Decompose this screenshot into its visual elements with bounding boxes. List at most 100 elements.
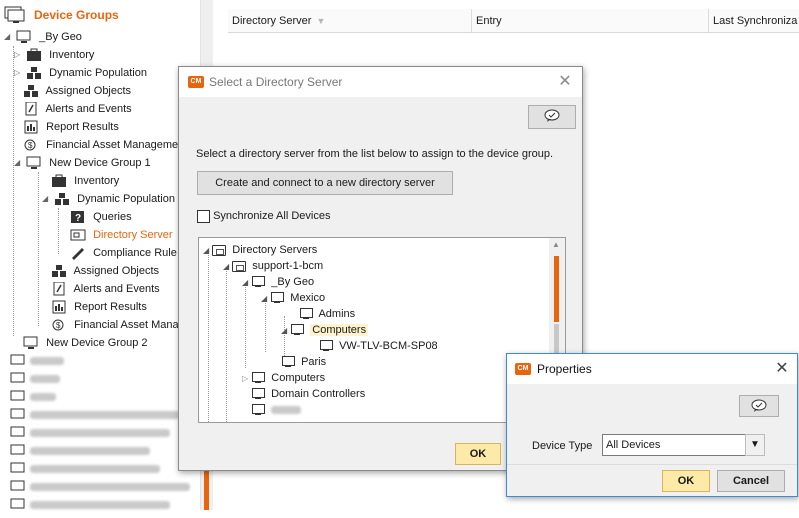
- tree-item-report-results-2[interactable]: Report Results: [51, 298, 147, 316]
- redacted-row[interactable]: [10, 478, 190, 496]
- tree-item-label: Dynamic Population: [77, 193, 175, 205]
- monitor-icon: [10, 426, 26, 440]
- briefcase-icon: [26, 48, 42, 62]
- tree-item-alerts-and-events[interactable]: Alerts and Events: [23, 100, 132, 118]
- financial-asset-icon: $: [23, 138, 39, 152]
- sync-all-checkbox[interactable]: [197, 209, 210, 223]
- close-icon[interactable]: ✕: [556, 73, 574, 91]
- tree-node-vw-tlv-bcm-sp08[interactable]: VW-TLV-BCM-SP08: [319, 338, 438, 354]
- expand-arrow-icon[interactable]: ▷: [242, 374, 248, 383]
- redacted-row[interactable]: [10, 496, 170, 514]
- tree-item-label: Compliance Rule: [93, 247, 177, 259]
- tree-item-assigned-objects-2[interactable]: Assigned Objects: [51, 262, 159, 280]
- ok-button[interactable]: OK: [662, 470, 710, 492]
- redacted-row[interactable]: [10, 352, 64, 370]
- chevron-down-icon[interactable]: ▼: [745, 434, 765, 456]
- monitor-icon: [251, 404, 265, 416]
- alert-document-icon: [51, 281, 67, 296]
- tree-item-assigned-objects[interactable]: Assigned Objects: [23, 82, 131, 100]
- tree-item-dynamic-population[interactable]: ▷ Dynamic Population: [14, 64, 147, 82]
- redacted-label: [30, 483, 190, 492]
- tree-item-label: Alerts and Events: [73, 283, 160, 295]
- speech-bubble-check-icon: [751, 399, 767, 413]
- comment-button[interactable]: [528, 105, 576, 129]
- tree-node-label: Paris: [301, 356, 327, 368]
- tree-node-domain-controllers[interactable]: Domain Controllers: [251, 386, 365, 402]
- monitor-icon: [270, 292, 285, 304]
- tree-node-by-geo[interactable]: ◢ _By Geo: [242, 274, 314, 290]
- sync-all-label: Synchronize All Devices: [213, 210, 331, 223]
- tree-node-admins[interactable]: Admins: [299, 306, 355, 322]
- tree-item-inventory-2[interactable]: Inventory: [51, 172, 119, 190]
- collapse-arrow-icon[interactable]: ◢: [242, 278, 248, 287]
- tree-item-label: Financial Asset Manag: [74, 319, 185, 331]
- expand-arrow-icon[interactable]: ▷: [14, 46, 23, 64]
- dialog-titlebar: CM Select a Directory Server ✕: [179, 67, 582, 97]
- redacted-label: [30, 411, 180, 420]
- cubes-icon: [23, 84, 39, 98]
- svg-text:?: ?: [75, 213, 81, 224]
- tree-node-computers[interactable]: ▷ Computers: [242, 370, 325, 386]
- report-icon: [51, 300, 67, 314]
- sync-all-checkbox-row[interactable]: Synchronize All Devices: [197, 209, 330, 223]
- collapse-arrow-icon[interactable]: ◢: [281, 326, 287, 335]
- cancel-button[interactable]: Cancel: [717, 470, 785, 492]
- create-directory-server-button[interactable]: Create and connect to a new directory se…: [197, 171, 453, 195]
- collapse-arrow-icon[interactable]: ◢: [203, 246, 209, 255]
- device-type-label: Device Type: [532, 440, 593, 452]
- instruction-text: Select a directory server from the list …: [196, 148, 554, 160]
- tree-item-new-device-group-1[interactable]: ◢ New Device Group 1: [14, 154, 151, 172]
- monitor-icon: [10, 390, 26, 404]
- monitor-icon: [299, 308, 313, 320]
- redacted-row[interactable]: [10, 424, 170, 442]
- redacted-row[interactable]: [10, 388, 56, 406]
- tree-node-directory-servers[interactable]: ◢ Directory Servers: [203, 242, 317, 258]
- column-directory-server[interactable]: Directory Server ▼: [228, 9, 472, 33]
- tree-node-support-1-bcm[interactable]: ◢ support-1-bcm: [223, 258, 323, 274]
- tree-item-compliance-rule[interactable]: Compliance Rule: [70, 244, 177, 262]
- tree-item-inventory[interactable]: ▷ Inventory: [14, 46, 94, 64]
- panel-title: Device Groups: [34, 8, 119, 22]
- redacted-row[interactable]: [10, 442, 150, 460]
- monitor-icon: [319, 340, 333, 352]
- svg-text:$: $: [28, 141, 33, 150]
- expand-arrow-icon[interactable]: ▷: [14, 64, 23, 82]
- scroll-up-arrow-icon[interactable]: ▲: [552, 240, 560, 249]
- ok-button[interactable]: OK: [455, 443, 501, 465]
- tree-item-alerts-and-events-2[interactable]: Alerts and Events: [51, 280, 160, 298]
- tree-item-new-device-group-2[interactable]: New Device Group 2: [23, 334, 148, 352]
- tree-item-by-geo[interactable]: ◢ _By Geo: [4, 28, 82, 46]
- tree-node-redacted[interactable]: [251, 402, 302, 418]
- redacted-label: [30, 375, 60, 384]
- device-type-select[interactable]: All Devices: [602, 434, 746, 456]
- monitor-icon: [10, 462, 26, 476]
- redacted-row[interactable]: [10, 406, 180, 424]
- tree-item-financial-asset[interactable]: $ Financial Asset Manageme: [23, 136, 178, 154]
- grid-header: Directory Server ▼ Entry Last Synchroniz…: [228, 9, 799, 33]
- tree-node-computers-mexico[interactable]: ◢ Computers: [281, 322, 369, 338]
- close-icon[interactable]: ✕: [773, 360, 791, 378]
- column-entry[interactable]: Entry: [472, 9, 709, 33]
- collapse-arrow-icon[interactable]: ◢: [4, 28, 13, 46]
- column-last-sync[interactable]: Last Synchroniza: [709, 9, 799, 33]
- tree-node-paris[interactable]: Paris: [281, 354, 326, 370]
- comment-button[interactable]: [739, 395, 779, 417]
- collapse-arrow-icon[interactable]: ◢: [223, 262, 229, 271]
- monitor-icon: [10, 354, 26, 368]
- collapse-arrow-icon[interactable]: ◢: [14, 154, 23, 172]
- cubes-icon: [26, 66, 42, 80]
- tree-node-label: Computers: [271, 372, 326, 384]
- tree-item-report-results[interactable]: Report Results: [23, 118, 119, 136]
- tree-item-label: Report Results: [46, 121, 119, 133]
- tree-item-queries[interactable]: ? Queries: [70, 208, 132, 226]
- tree-item-directory-server[interactable]: Directory Server: [70, 226, 173, 244]
- collapse-arrow-icon[interactable]: ◢: [42, 190, 51, 208]
- redacted-row[interactable]: [10, 370, 60, 388]
- redacted-row[interactable]: [10, 460, 160, 478]
- collapse-arrow-icon[interactable]: ◢: [261, 294, 267, 303]
- tree-item-financial-asset-2[interactable]: $ Financial Asset Manag: [51, 316, 185, 334]
- properties-dialog: CM Properties ✕ Device Type All Devices …: [506, 353, 798, 497]
- tree-node-mexico[interactable]: ◢ Mexico: [261, 290, 325, 306]
- scrollbar-thumb[interactable]: [554, 256, 559, 322]
- tree-item-dynamic-population-2[interactable]: ◢ Dynamic Population: [42, 190, 175, 208]
